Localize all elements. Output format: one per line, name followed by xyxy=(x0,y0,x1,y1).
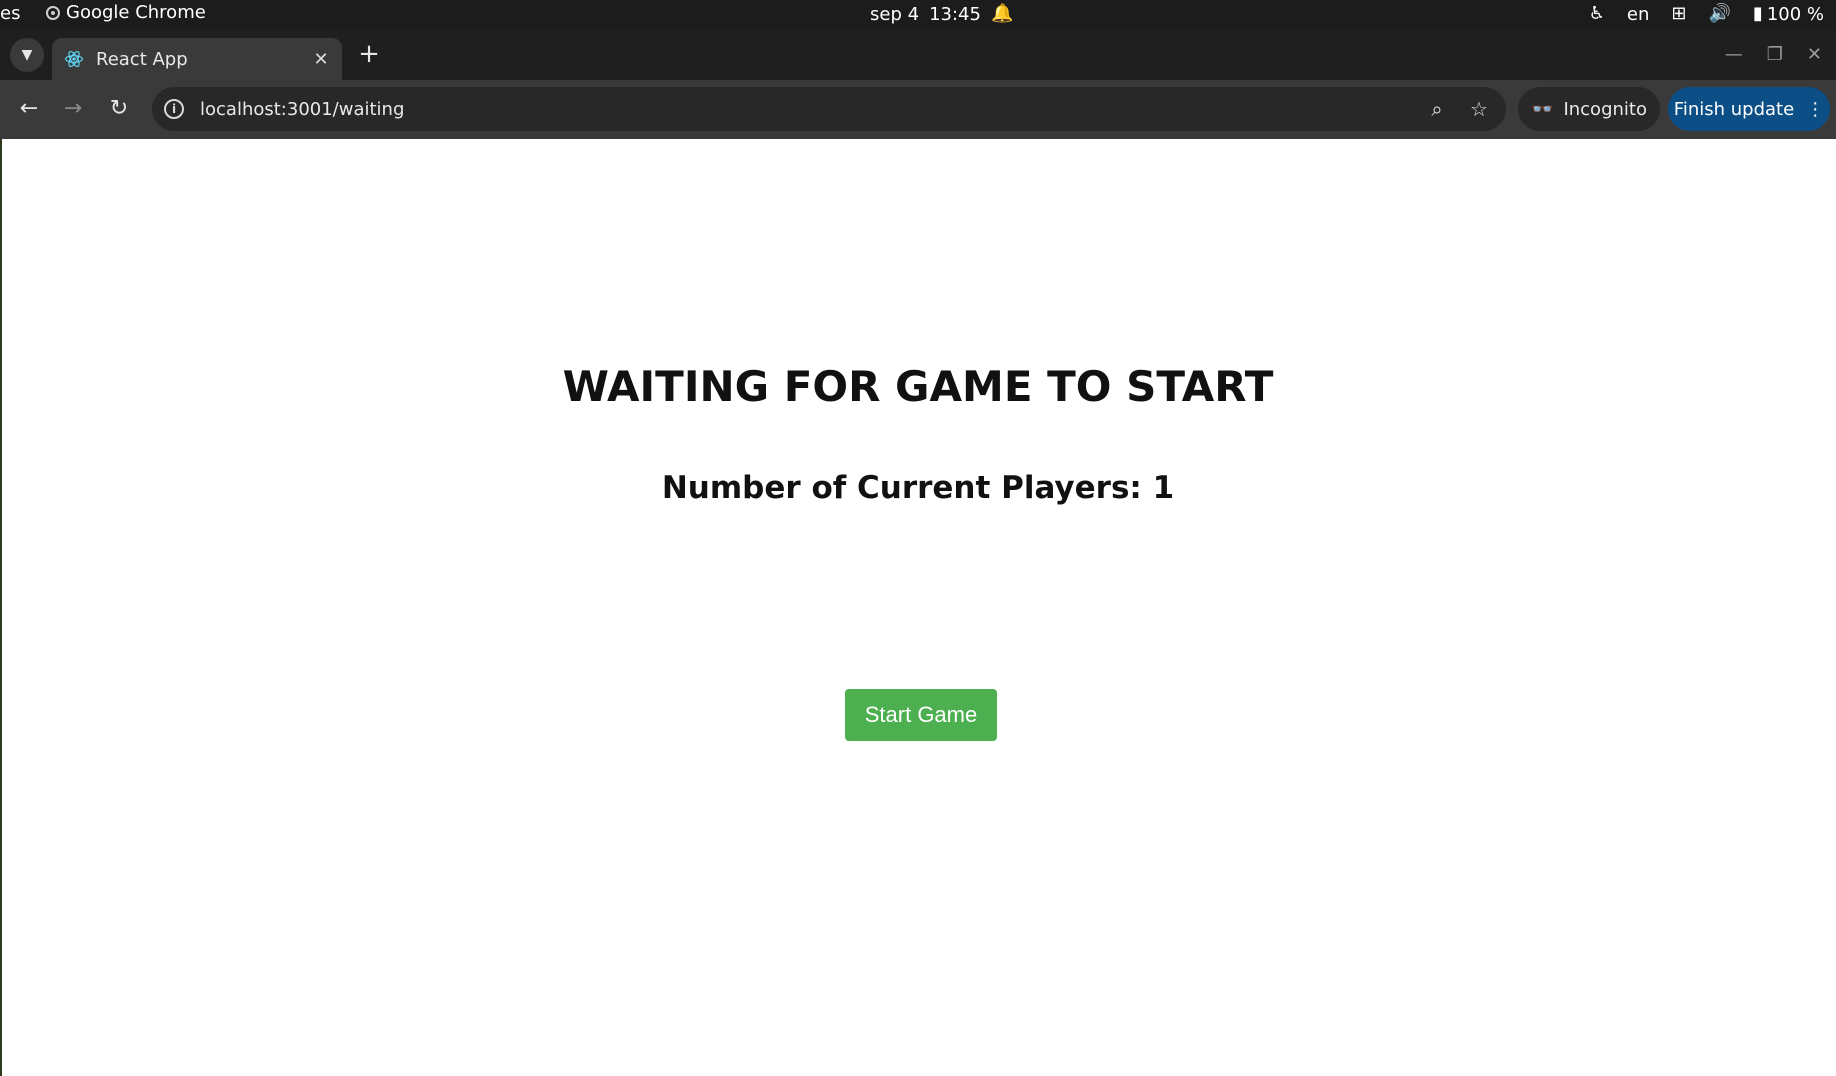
start-game-button[interactable]: Start Game xyxy=(845,689,997,741)
zoom-icon[interactable]: ⌕ xyxy=(1422,97,1452,121)
time-label: 13:45 xyxy=(929,3,981,25)
volume-icon[interactable]: 🔊 xyxy=(1708,3,1730,25)
back-button[interactable]: ← xyxy=(14,94,44,124)
finish-update-label: Finish update xyxy=(1673,98,1795,120)
app-menu[interactable]: Google Chrome xyxy=(46,2,206,23)
player-count: Number of Current Players: 1 xyxy=(661,470,1175,506)
chrome-app-icon xyxy=(46,5,60,20)
chevron-down-icon: ▼ xyxy=(21,47,33,63)
star-icon[interactable]: ☆ xyxy=(1464,97,1494,121)
tab-react-app[interactable]: React App ✕ xyxy=(52,38,342,80)
kebab-menu-icon[interactable]: ⋮ xyxy=(1806,99,1824,120)
battery-label: 100 % xyxy=(1766,3,1824,25)
network-icon[interactable]: ⊞ xyxy=(1671,3,1686,25)
info-icon[interactable]: i xyxy=(164,99,184,119)
bell-icon: 🔔 xyxy=(990,3,1014,24)
window-controls: — ❐ ✕ xyxy=(1725,44,1822,65)
arrow-left-icon: ← xyxy=(19,96,39,121)
address-bar[interactable]: i localhost:3001/waiting ⌕ ☆ xyxy=(152,87,1506,131)
tab-strip: ▼ React App ✕ + — ❐ ✕ xyxy=(0,30,1836,80)
forward-button[interactable]: → xyxy=(58,94,88,124)
incognito-label: Incognito xyxy=(1563,98,1647,120)
battery-indicator[interactable]: ▮ 100 % xyxy=(1753,3,1824,25)
accessibility-icon[interactable]: ♿ xyxy=(1589,3,1605,25)
url-text[interactable]: localhost:3001/waiting xyxy=(200,99,1422,120)
battery-icon: ▮ xyxy=(1752,3,1763,24)
close-icon[interactable]: ✕ xyxy=(310,49,332,70)
incognito-icon: 👓 xyxy=(1531,98,1554,120)
react-icon xyxy=(65,51,83,67)
window-close-icon[interactable]: ✕ xyxy=(1807,44,1822,65)
restore-icon[interactable]: ❐ xyxy=(1767,44,1783,65)
system-tray[interactable]: ♿ en ⊞ 🔊 ▮ 100 % xyxy=(1589,3,1824,25)
page-title: WAITING FOR GAME TO START xyxy=(562,362,1274,411)
reload-button[interactable]: ↻ xyxy=(104,94,134,124)
minimize-icon[interactable]: — xyxy=(1725,44,1743,65)
new-tab-button[interactable]: + xyxy=(356,41,382,68)
browser-toolbar: ← → ↻ i localhost:3001/waiting ⌕ ☆ 👓 Inc… xyxy=(0,80,1836,139)
page-viewport xyxy=(2,139,1836,1076)
finish-update-button[interactable]: Finish update ⋮ xyxy=(1668,87,1830,131)
clock[interactable]: sep 4 13:45 🔔 xyxy=(870,3,1013,25)
language-label[interactable]: en xyxy=(1627,4,1649,25)
arrow-right-icon: → xyxy=(63,96,83,121)
incognito-indicator[interactable]: 👓 Incognito xyxy=(1518,87,1660,131)
activities-label[interactable]: es xyxy=(0,3,20,24)
os-top-bar: es Google Chrome sep 4 13:45 🔔 ♿ en ⊞ 🔊 … xyxy=(0,0,1836,30)
reload-icon: ↻ xyxy=(109,96,129,121)
date-label: sep 4 xyxy=(870,3,920,25)
tab-title: React App xyxy=(96,48,188,70)
tab-search-button[interactable]: ▼ xyxy=(10,38,44,72)
app-name-label: Google Chrome xyxy=(66,2,206,23)
